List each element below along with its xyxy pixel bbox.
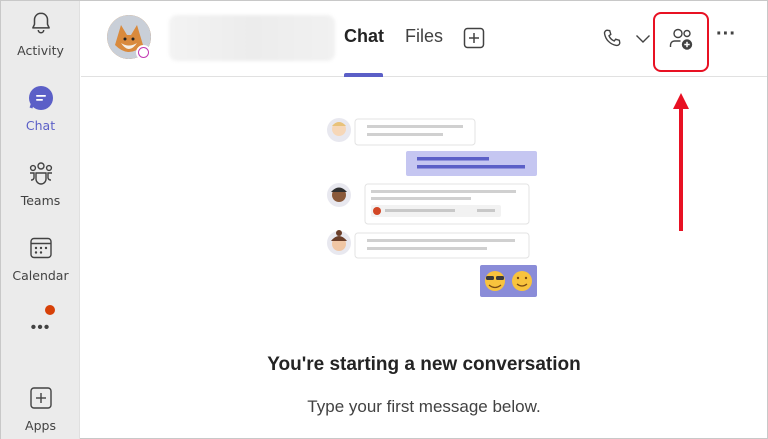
empty-state-subtitle: Type your first message below. xyxy=(307,397,541,416)
teams-icon xyxy=(27,159,55,187)
rail-item-chat[interactable]: Chat xyxy=(1,76,80,146)
tab-chat[interactable]: Chat xyxy=(344,26,384,47)
tab-files[interactable]: Files xyxy=(405,26,443,47)
active-tab-indicator xyxy=(344,73,383,77)
call-options-dropdown[interactable] xyxy=(633,29,653,49)
phone-icon xyxy=(603,29,621,47)
rail-item-apps[interactable]: Apps xyxy=(1,376,80,439)
annotation-highlight-box xyxy=(653,12,709,72)
more-options-button[interactable]: ··· xyxy=(711,23,741,51)
calendar-icon xyxy=(27,234,55,262)
plus-square-icon xyxy=(27,384,55,412)
rail-label-chat: Chat xyxy=(25,118,56,133)
app-rail: Activity Chat Teams Calendar ••• Apps xyxy=(1,1,80,439)
rail-item-calendar[interactable]: Calendar xyxy=(1,226,80,296)
rail-label-activity: Activity xyxy=(17,43,64,58)
smile-emoji-icon xyxy=(512,271,532,291)
plus-square-icon xyxy=(463,27,485,49)
chevron-down-icon xyxy=(636,35,650,43)
annotation-arrow-icon xyxy=(673,93,689,231)
rail-label-calendar: Calendar xyxy=(12,268,69,283)
presence-status-icon xyxy=(136,45,151,60)
rail-label-apps: Apps xyxy=(25,418,56,433)
new-conversation-illustration xyxy=(327,118,537,297)
contact-name-redacted xyxy=(169,15,335,61)
notification-dot xyxy=(45,305,55,315)
rail-item-activity[interactable]: Activity xyxy=(1,1,80,71)
chat-icon xyxy=(27,84,55,112)
add-tab-button[interactable] xyxy=(463,27,485,49)
rail-item-teams[interactable]: Teams xyxy=(1,151,80,221)
empty-state-title: You're starting a new conversation xyxy=(267,354,581,375)
call-button[interactable] xyxy=(599,25,625,51)
bell-icon xyxy=(27,9,55,37)
more-apps-button[interactable]: ••• xyxy=(1,319,80,337)
rail-label-teams: Teams xyxy=(20,193,61,208)
